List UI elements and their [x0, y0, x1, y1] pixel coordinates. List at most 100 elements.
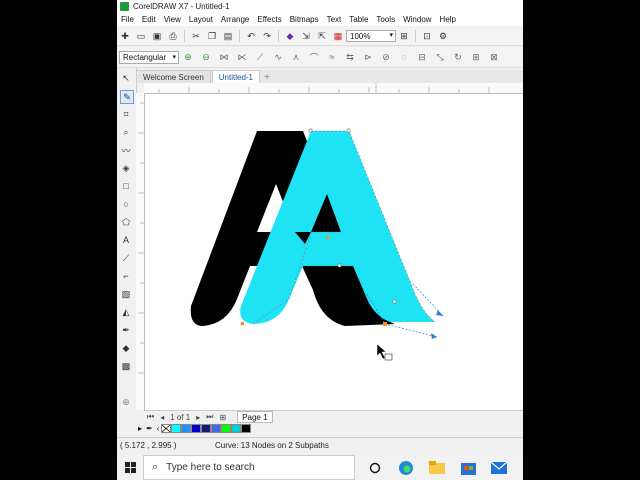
redo-icon[interactable]: ↷ [261, 30, 273, 42]
smart-fill-secondary-icon[interactable]: ▩ [120, 360, 132, 372]
polygon-tool-icon[interactable]: ⬠ [120, 216, 132, 228]
color-swatch[interactable] [201, 424, 212, 433]
undo-icon[interactable]: ↶ [245, 30, 257, 42]
tab-untitled-1[interactable]: Untitled-1 [211, 70, 261, 83]
parallel-dimension-icon[interactable]: ⟋ [120, 252, 132, 264]
vertical-ruler[interactable] [136, 93, 145, 410]
smooth-node-icon[interactable]: ⌒ [308, 51, 320, 63]
menu-text[interactable]: Text [323, 15, 346, 24]
add-page-icon[interactable]: ⊞ [219, 413, 226, 422]
copy-icon[interactable]: ❐ [206, 30, 218, 42]
rotate-nodes-icon[interactable]: ↻ [452, 51, 464, 63]
palette-arrow-icon[interactable]: ▸ [138, 424, 142, 433]
full-screen-preview-icon[interactable]: ⊞ [398, 30, 410, 42]
menu-edit[interactable]: Edit [138, 15, 160, 24]
open-folder-icon[interactable]: ▭ [135, 30, 147, 42]
select-all-nodes-icon[interactable]: ⊠ [488, 51, 500, 63]
mail-icon[interactable] [488, 458, 510, 478]
import-icon[interactable]: ⇲ [300, 30, 312, 42]
reverse-direction-icon[interactable]: ⇆ [344, 51, 356, 63]
prev-page-icon[interactable]: ◂ [160, 413, 164, 422]
to-curve-icon[interactable]: ∿ [272, 51, 284, 63]
paste-icon[interactable]: ▤ [222, 30, 234, 42]
menu-bitmaps[interactable]: Bitmaps [286, 15, 323, 24]
reduce-nodes-icon[interactable]: ⊟ [416, 51, 428, 63]
horizontal-ruler[interactable] [144, 83, 523, 94]
add-tool-icon[interactable]: ⊕ [120, 396, 132, 408]
search-content-icon[interactable]: ◆ [284, 30, 296, 42]
zoom-level-value: 100% [350, 31, 371, 41]
next-page-icon[interactable]: ▸ [196, 413, 200, 422]
new-document-icon[interactable]: ✚ [119, 30, 131, 42]
color-swatch[interactable] [221, 424, 232, 433]
menu-table[interactable]: Table [345, 15, 372, 24]
menu-window[interactable]: Window [399, 15, 435, 24]
task-view-icon[interactable] [364, 458, 386, 478]
add-tab-icon[interactable]: + [261, 71, 273, 83]
publish-pdf-icon[interactable]: ▦ [332, 30, 344, 42]
selection-mode-value: Rectangular [123, 52, 167, 62]
color-swatch[interactable] [191, 424, 202, 433]
align-nodes-icon[interactable]: ⊞ [470, 51, 482, 63]
menu-view[interactable]: View [160, 15, 185, 24]
join-nodes-icon[interactable]: ⋈ [218, 51, 230, 63]
zoom-level-select[interactable]: 100% ▾ [346, 30, 396, 42]
color-swatch[interactable] [241, 424, 252, 433]
menu-help[interactable]: Help [436, 15, 460, 24]
color-swatch[interactable] [181, 424, 192, 433]
page-tab[interactable]: Page 1 [237, 411, 273, 423]
break-curve-icon[interactable]: ⋉ [236, 51, 248, 63]
delete-node-icon[interactable]: ⊖ [200, 51, 212, 63]
close-curve-icon[interactable]: ◌ [398, 51, 410, 63]
add-node-icon[interactable]: ⊕ [182, 51, 194, 63]
transparency-tool-icon[interactable]: ◭ [120, 306, 132, 318]
taskbar-search-input[interactable]: ⌕ Type here to search [143, 455, 355, 480]
file-explorer-icon[interactable] [426, 458, 448, 478]
menu-effects[interactable]: Effects [253, 15, 285, 24]
snap-to-icon[interactable]: ⊡ [421, 30, 433, 42]
symmetrical-node-icon[interactable]: ≈ [326, 51, 338, 63]
eyedropper-icon[interactable]: ✒ [146, 424, 153, 433]
stretch-nodes-icon[interactable]: ⤡ [434, 51, 446, 63]
to-line-icon[interactable]: ⟋ [254, 51, 266, 63]
windows-start-icon[interactable] [117, 455, 143, 480]
color-swatch[interactable] [211, 424, 222, 433]
cut-icon[interactable]: ✂ [190, 30, 202, 42]
options-icon[interactable]: ⚙ [437, 30, 449, 42]
no-color-swatch[interactable] [161, 424, 172, 433]
extract-subpath-icon[interactable]: ⊘ [380, 51, 392, 63]
drop-shadow-icon[interactable]: ▧ [120, 288, 132, 300]
smart-fill-icon[interactable]: ◈ [120, 162, 132, 174]
connector-tool-icon[interactable]: ⌐ [120, 270, 132, 282]
freehand-tool-icon[interactable]: 〰 [120, 144, 132, 156]
ellipse-tool-icon[interactable]: ○ [120, 198, 132, 210]
menu-layout[interactable]: Layout [185, 15, 217, 24]
color-swatch[interactable] [231, 424, 242, 433]
menu-arrange[interactable]: Arrange [217, 15, 253, 24]
crop-tool-icon[interactable]: ⌗ [120, 108, 132, 120]
pick-tool-icon[interactable]: ↖ [120, 72, 132, 84]
zoom-tool-icon[interactable]: ⌕ [120, 126, 132, 138]
interactive-fill-icon[interactable]: ◆ [120, 342, 132, 354]
color-swatch[interactable] [171, 424, 182, 433]
last-page-icon[interactable]: ⏭ [206, 412, 213, 422]
palette-scroll-icon[interactable]: ‹ [157, 424, 160, 433]
first-page-icon[interactable]: ⏮ [147, 412, 154, 422]
selection-mode-select[interactable]: Rectangular ▾ [119, 50, 179, 64]
store-icon[interactable] [457, 458, 479, 478]
menu-tools[interactable]: Tools [372, 15, 399, 24]
print-icon[interactable]: ⎙ [167, 30, 179, 42]
color-eyedropper-icon[interactable]: ✒ [120, 324, 132, 336]
menu-file[interactable]: File [117, 15, 138, 24]
text-tool-icon[interactable]: A [120, 234, 132, 246]
tab-welcome-screen[interactable]: Welcome Screen [136, 70, 211, 83]
edge-browser-icon[interactable] [395, 458, 417, 478]
rectangle-tool-icon[interactable]: □ [120, 180, 132, 192]
shape-tool-icon[interactable]: ✎ [120, 90, 134, 104]
cusp-node-icon[interactable]: ⋏ [290, 51, 302, 63]
extend-curve-icon[interactable]: ⊳ [362, 51, 374, 63]
drawing-canvas[interactable] [145, 94, 523, 410]
export-icon[interactable]: ⇱ [316, 30, 328, 42]
page-counter: 1 of 1 [170, 412, 191, 422]
save-icon[interactable]: ▣ [151, 30, 163, 42]
